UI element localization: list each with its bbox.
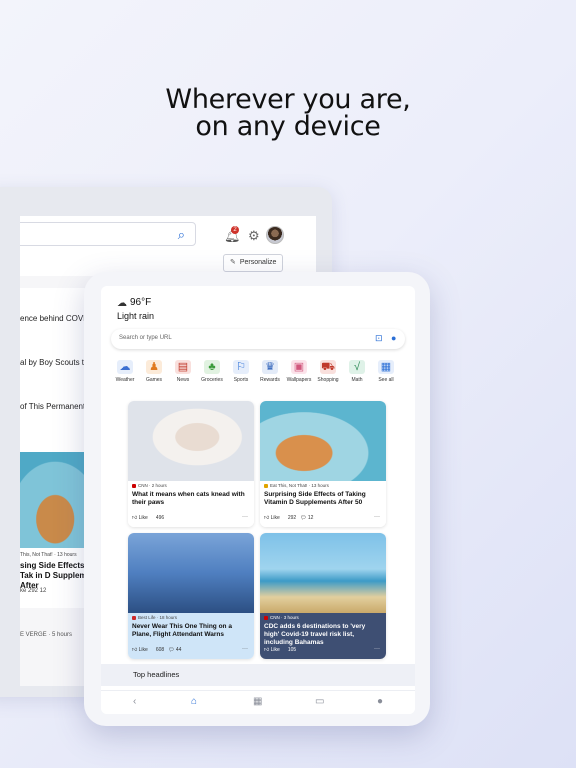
card-image xyxy=(260,401,386,481)
more-options-icon[interactable]: ··· xyxy=(374,646,380,652)
top-headlines-label: Top headlines xyxy=(133,670,180,679)
quick-link-label: See all xyxy=(378,377,394,383)
temperature[interactable]: 96°F xyxy=(130,297,151,308)
home-icon[interactable]: ⌂ xyxy=(191,696,197,707)
quick-link-shopping[interactable]: ⛟ Shopping xyxy=(314,360,342,383)
quick-link-math[interactable]: √ Math xyxy=(343,360,371,383)
cnn-logo-icon xyxy=(132,483,136,488)
search-input[interactable]: Search or type URL ⊡ ● xyxy=(111,329,405,349)
like-button[interactable]: 👍︎ Like xyxy=(264,647,284,653)
like-button[interactable]: 👍︎ Like xyxy=(132,515,152,521)
comments-count[interactable]: 💬︎ 12 xyxy=(300,515,317,521)
back-icon[interactable]: ‹ xyxy=(133,696,136,707)
math-icon: √ xyxy=(349,360,365,374)
quick-link-label: Rewards xyxy=(260,377,280,383)
news-source-line: E VERGE · 5 hours xyxy=(20,632,73,638)
laptop-top-bar: ⌕ 🔔︎ 2 ⚙ ✎ Personalize xyxy=(20,216,316,276)
quick-link-wallpapers[interactable]: ▣ Wallpapers xyxy=(285,360,313,383)
profile-icon[interactable]: ● xyxy=(377,696,383,707)
search-icon[interactable]: ⌕ xyxy=(178,227,185,243)
quick-link-see-all[interactable]: ▦ See all xyxy=(372,360,400,383)
more-options-icon[interactable]: ··· xyxy=(242,646,248,652)
laptop-search-input[interactable]: ⌕ xyxy=(20,222,196,246)
search-placeholder: Search or type URL xyxy=(119,335,172,341)
sports-icon: ⚐ xyxy=(233,360,249,374)
source-logo-icon xyxy=(132,615,136,620)
tabs-icon[interactable]: ▭ xyxy=(315,696,324,707)
groceries-icon: ♣ xyxy=(204,360,220,374)
card-source: This, Not That! · 13 hours xyxy=(20,552,77,558)
news-card[interactable]: CNN · 3 hours CDC adds 6 destinations to… xyxy=(260,533,386,659)
card-meta: ke 292 12 xyxy=(20,588,47,594)
more-options-icon[interactable]: ··· xyxy=(242,514,248,520)
bottom-tab-bar: ‹ ⌂ ▦ ▭ ● xyxy=(101,690,415,714)
card-title: Never Wear This One Thing on a Plane, Fl… xyxy=(132,623,232,638)
gear-icon[interactable]: ⚙ xyxy=(248,228,260,244)
quick-link-label: Shopping xyxy=(317,377,339,383)
news-card[interactable]: CNN · 2 hours What it means when cats kn… xyxy=(128,401,254,527)
card-title: Surprising Side Effects of Taking Vitami… xyxy=(264,491,366,506)
reactions-count: 608 xyxy=(155,647,165,653)
card-image xyxy=(260,533,386,613)
games-icon: ♟ xyxy=(146,360,162,374)
personalize-button[interactable]: ✎ Personalize xyxy=(223,254,283,272)
headline: Wherever you are, on any device xyxy=(0,86,576,140)
quick-link-label: Wallpapers xyxy=(286,377,312,383)
quick-link-label: Math xyxy=(351,377,363,383)
more-options-icon[interactable]: ··· xyxy=(374,514,380,520)
quick-links: ☁ Weather ♟ Games ▤ News ♣ Groceries ⚐ Sports ♛ Rew… xyxy=(111,360,401,390)
grid-icon: ▦ xyxy=(378,360,394,374)
wallpapers-icon: ▣ xyxy=(291,360,307,374)
card-image xyxy=(128,401,254,481)
quick-link-label: News xyxy=(176,377,190,383)
reactions-count: 292 xyxy=(287,515,297,521)
quick-link-label: Sports xyxy=(233,377,249,383)
card-title: CDC adds 6 destinations to 'very high' C… xyxy=(264,623,366,646)
notification-badge: 2 xyxy=(231,226,239,234)
headline-line-2: on any device xyxy=(195,111,381,142)
reactions-count: 496 xyxy=(155,515,165,521)
card-source: CNN · 2 hours xyxy=(138,483,167,488)
visual-search-icon[interactable]: ⊡ xyxy=(375,333,383,344)
quick-link-groceries[interactable]: ♣ Groceries xyxy=(198,360,226,383)
quick-link-games[interactable]: ♟ Games xyxy=(140,360,168,383)
card-title: What it means when cats knead with their… xyxy=(132,491,245,506)
card-image xyxy=(128,533,254,613)
cloud-icon: ☁ xyxy=(117,360,133,374)
headline-line-1: Wherever you are, xyxy=(165,84,411,115)
source-logo-icon xyxy=(264,483,268,488)
card-source: Best Life · 18 hours xyxy=(138,615,178,620)
like-button[interactable]: 👍︎ Like xyxy=(132,647,152,653)
quick-link-sports[interactable]: ⚐ Sports xyxy=(227,360,255,383)
pencil-icon: ✎ xyxy=(230,259,236,266)
shopping-icon: ⛟ xyxy=(320,360,336,374)
cnn-logo-icon xyxy=(264,615,268,620)
personalize-label: Personalize xyxy=(239,259,277,266)
news-card[interactable]: Best Life · 18 hours Never Wear This One… xyxy=(128,533,254,659)
news-icon: ▤ xyxy=(175,360,191,374)
like-button[interactable]: 👍︎ Like xyxy=(264,515,284,521)
apps-grid-icon[interactable]: ▦ xyxy=(253,696,262,707)
microphone-icon[interactable]: ● xyxy=(391,333,396,343)
reactions-count: 105 xyxy=(287,647,297,653)
quick-link-label: Groceries xyxy=(201,377,223,383)
tablet-screen: ☁ 96°F Light rain Search or type URL ⊡ ●… xyxy=(101,286,415,714)
cloud-icon: ☁ xyxy=(117,298,127,309)
quick-link-label: Weather xyxy=(115,377,135,383)
quick-link-news[interactable]: ▤ News xyxy=(169,360,197,383)
avatar[interactable] xyxy=(266,226,284,244)
quick-link-label: Games xyxy=(145,377,163,383)
top-headlines-section[interactable]: Top headlines xyxy=(101,664,415,686)
quick-link-weather[interactable]: ☁ Weather xyxy=(111,360,139,383)
comments-count[interactable]: 💬︎ 44 xyxy=(168,647,185,653)
rewards-icon: ♛ xyxy=(262,360,278,374)
quick-link-rewards[interactable]: ♛ Rewards xyxy=(256,360,284,383)
weather-condition: Light rain xyxy=(117,311,155,321)
card-source: CNN · 3 hours xyxy=(270,615,299,620)
news-card[interactable]: Eat This, Not That! · 13 hours Surprisin… xyxy=(260,401,386,527)
card-source: Eat This, Not That! · 13 hours xyxy=(270,483,329,488)
